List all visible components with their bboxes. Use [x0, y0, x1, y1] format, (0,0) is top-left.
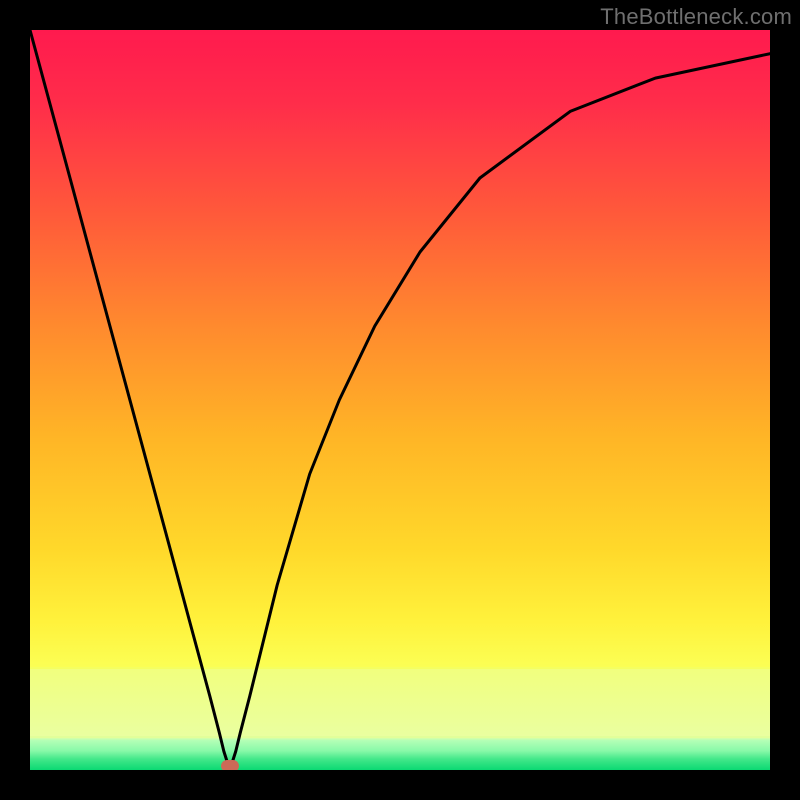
watermark-text: TheBottleneck.com	[600, 4, 792, 30]
bottleneck-curve	[30, 30, 770, 770]
optimum-marker	[221, 760, 239, 770]
plot-area	[30, 30, 770, 770]
chart-frame: TheBottleneck.com	[0, 0, 800, 800]
